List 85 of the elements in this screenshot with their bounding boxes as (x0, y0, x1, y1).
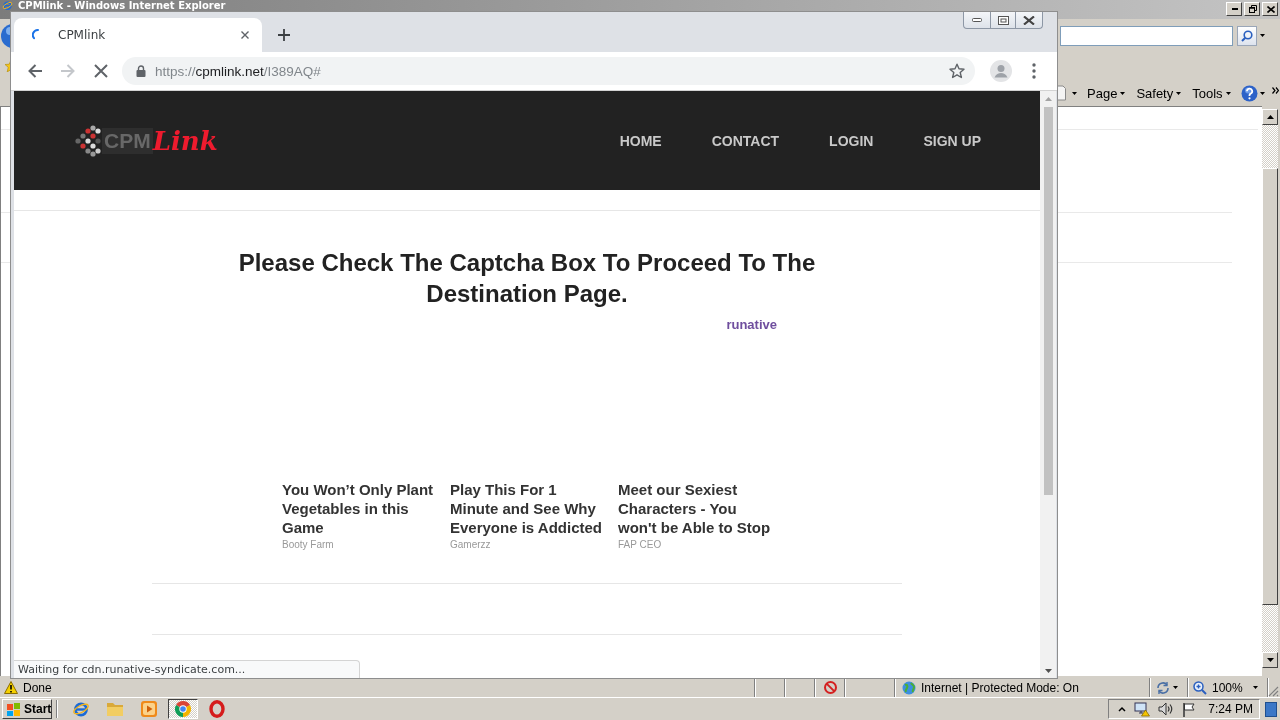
arrow-up-icon (1266, 115, 1274, 119)
search-icon (1241, 29, 1253, 42)
ad-source: FAP CEO (618, 539, 663, 551)
taskbar-button[interactable] (168, 699, 198, 719)
lock-icon (136, 65, 146, 77)
avatar-icon (990, 60, 1012, 82)
chevron-up-icon (1118, 706, 1127, 712)
restore-button[interactable] (991, 12, 1016, 29)
ad-network-logo: runative (726, 318, 777, 331)
desktop-icon (1265, 701, 1277, 717)
folder-icon (106, 701, 124, 717)
speaker-icon (1158, 701, 1175, 717)
flag-icon (6, 701, 21, 717)
window-title: CPMlink - Windows Internet Explorer (18, 0, 226, 11)
play-icon (140, 700, 158, 718)
nav-link[interactable]: HOME (619, 131, 662, 150)
zone-text: Internet | Protected Mode: On (921, 680, 1079, 695)
close-icon (241, 31, 249, 39)
nav-link[interactable]: CONTACT (711, 131, 780, 150)
caret-icon (1176, 91, 1182, 95)
logo-text: CPM (102, 127, 153, 154)
close-icon (1023, 15, 1035, 25)
arrows-icon (1156, 680, 1170, 695)
caret-icon (1120, 91, 1126, 95)
dots-icon (75, 124, 101, 157)
menu-button[interactable]: Tools (1188, 82, 1235, 104)
caret-icon (1253, 686, 1258, 689)
chevron-icon (1272, 87, 1279, 94)
clock: 7:24 PM (1208, 702, 1253, 716)
warning-icon (4, 681, 18, 694)
more-button[interactable] (1272, 87, 1279, 94)
nav-link[interactable]: LOGIN (829, 131, 874, 150)
logo-text: Link (152, 124, 218, 157)
ring-icon (208, 700, 226, 718)
plus-icon (278, 29, 290, 41)
nav-link[interactable]: SIGN UP (923, 131, 981, 150)
scrollbar-thumb[interactable] (1043, 107, 1053, 495)
address-field[interactable]: https://cpmlink.net/I389AQ# (122, 57, 975, 85)
scroll-up-button[interactable] (1262, 109, 1278, 125)
no-entry-icon (824, 681, 837, 694)
restore-icon (1249, 5, 1257, 13)
minimize-icon (972, 18, 982, 22)
minimize-button[interactable] (963, 12, 991, 29)
url-text: https://cpmlink.net/I389AQ# (155, 63, 322, 79)
page-heading: Please Check The Captcha Box To Proceed To The Destination Page. (237, 248, 817, 309)
caret-icon (1071, 91, 1077, 95)
caret-icon (1260, 34, 1265, 37)
menu-button[interactable]: Safety (1132, 82, 1186, 104)
arrow-down-icon (1044, 668, 1052, 673)
loading-status-text: Waiting for cdn.runative-syndicate.com... (14, 660, 360, 678)
help-icon (1240, 84, 1258, 102)
minimize-icon (1232, 8, 1238, 10)
browser-logo-icon (72, 700, 90, 718)
scrollbar-thumb[interactable] (1262, 168, 1278, 605)
circle-logo-icon (174, 700, 192, 718)
close-icon (1267, 5, 1275, 13)
search-field[interactable] (1060, 25, 1233, 46)
arrow-down-icon (1266, 658, 1274, 662)
star-icon (4, 60, 10, 72)
arrow-up-icon (1044, 96, 1052, 101)
menu-button[interactable]: Page (1083, 82, 1130, 104)
globe-icon (902, 680, 916, 695)
zoom-icon (1193, 680, 1207, 695)
profile-button[interactable] (987, 57, 1015, 85)
network-icon (1134, 701, 1151, 717)
show-desktop-button[interactable] (1262, 699, 1280, 719)
caret-icon (1259, 91, 1265, 95)
ad-title[interactable]: Meet our Sexiest Characters - You won't be Able to Stop (618, 480, 774, 537)
search-button[interactable] (1237, 25, 1257, 46)
browser-logo-icon (2, 0, 13, 11)
ad-title[interactable]: You Won’t Only Plant Vegetables in this Game (282, 480, 438, 537)
menu-icon (1032, 63, 1036, 79)
restore-icon (997, 15, 1009, 25)
flag-icon (1182, 701, 1197, 717)
start-button[interactable]: Start (2, 699, 52, 719)
caret-icon (1173, 686, 1178, 689)
scroll-down-button[interactable] (1262, 652, 1278, 668)
browser-tab[interactable]: CPMlink (14, 18, 262, 52)
star-icon (949, 63, 965, 79)
close-button[interactable] (1016, 12, 1043, 29)
ad-title[interactable]: Play This For 1 Minute and See Why Everyone is Addicted (450, 480, 606, 537)
status-text: Done (23, 680, 52, 695)
ad-source: Gamerzz (450, 539, 492, 551)
caret-icon (1225, 91, 1231, 95)
ad-source: Booty Farm (282, 539, 335, 551)
